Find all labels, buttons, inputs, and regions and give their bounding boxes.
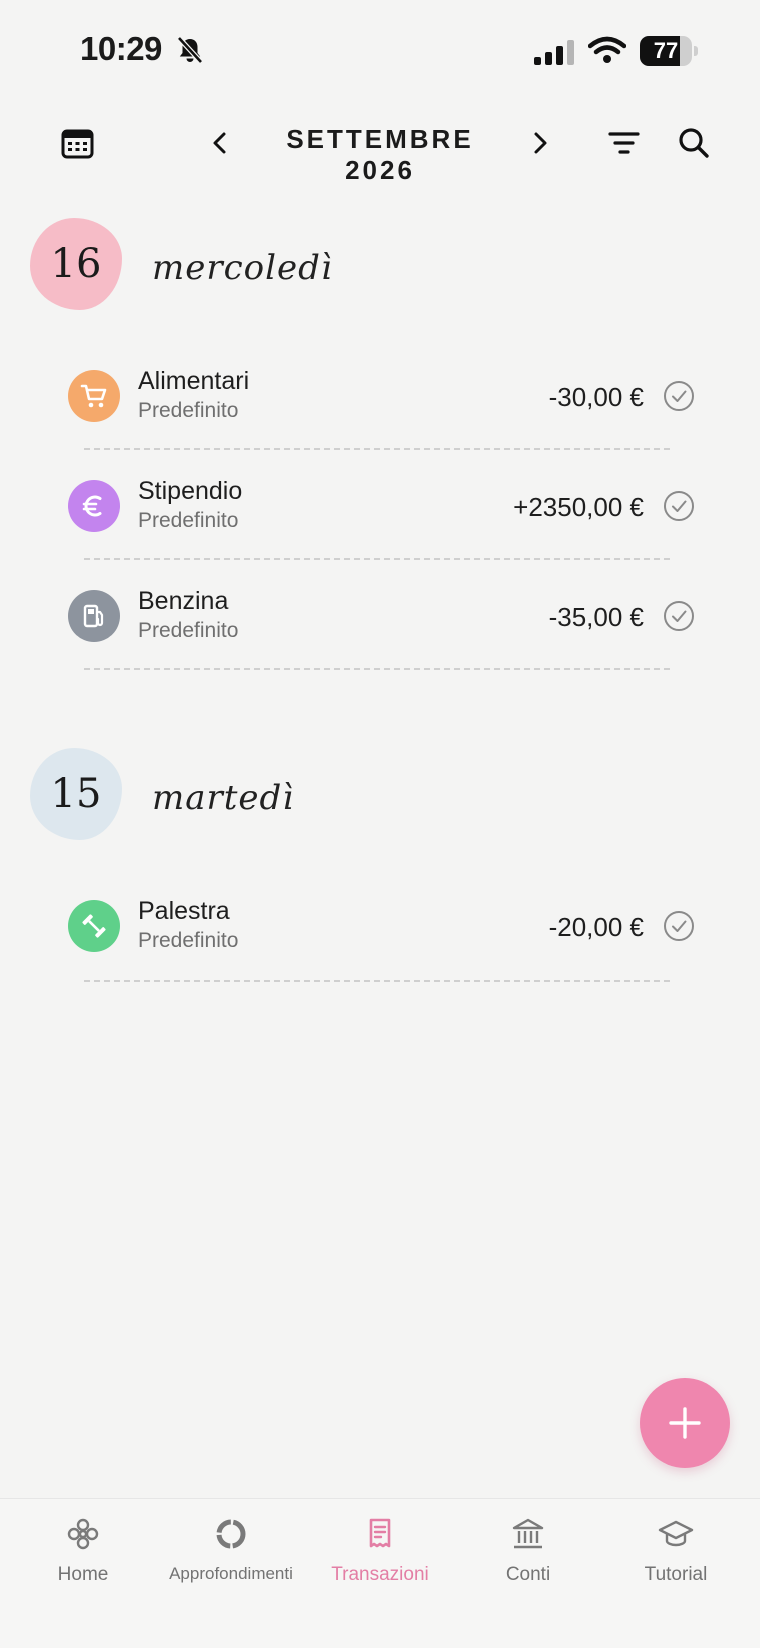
bank-icon bbox=[512, 1518, 544, 1549]
receipt-icon bbox=[369, 1518, 391, 1548]
day-number: 16 bbox=[50, 241, 102, 287]
row-divider bbox=[84, 668, 670, 670]
transaction-account: Predefinito bbox=[138, 509, 239, 532]
transaction-amount: -20,00 € bbox=[548, 912, 644, 942]
check-circle-icon[interactable] bbox=[663, 600, 695, 632]
transaction-account: Predefinito bbox=[138, 929, 239, 952]
status-time: 10:29 bbox=[80, 30, 162, 67]
month-title[interactable]: SETTEMBRE 2026 bbox=[252, 124, 508, 186]
transaction-account: Predefinito bbox=[138, 399, 239, 422]
tab-conti[interactable]: Conti bbox=[452, 1516, 604, 1586]
calendar-icon[interactable] bbox=[58, 123, 98, 163]
chevron-right-icon[interactable] bbox=[520, 123, 560, 163]
day-number: 15 bbox=[50, 771, 102, 817]
tab-label: Approfondimenti bbox=[169, 1564, 293, 1583]
donut-chart-icon bbox=[216, 1519, 246, 1549]
battery-indicator: 77 bbox=[640, 36, 698, 66]
wifi-icon bbox=[588, 36, 626, 63]
row-divider bbox=[84, 980, 670, 982]
flower-icon bbox=[67, 1518, 99, 1550]
transaction-title: Stipendio bbox=[138, 477, 243, 505]
cell-signal-icon bbox=[534, 40, 574, 65]
search-icon[interactable] bbox=[674, 123, 714, 163]
tab-label: Conti bbox=[505, 1564, 551, 1585]
cart-icon bbox=[68, 370, 120, 422]
graduation-cap-icon bbox=[658, 1520, 694, 1547]
chevron-left-icon[interactable] bbox=[200, 123, 240, 163]
dumbbell-icon bbox=[68, 900, 120, 952]
tab-approfondimenti[interactable]: Approfondimenti bbox=[155, 1516, 307, 1584]
bell-muted-icon bbox=[177, 36, 203, 64]
transaction-amount: -30,00 € bbox=[548, 382, 644, 412]
transaction-title: Benzina bbox=[138, 587, 229, 615]
transaction-account: Predefinito bbox=[138, 619, 239, 642]
add-transaction-button[interactable] bbox=[640, 1378, 730, 1468]
weekday-label: mercoledì bbox=[152, 248, 333, 288]
fuel-pump-icon bbox=[68, 590, 120, 642]
battery-percent: 77 bbox=[653, 38, 679, 63]
check-circle-icon[interactable] bbox=[663, 910, 695, 942]
check-circle-icon[interactable] bbox=[663, 490, 695, 522]
transaction-amount: -35,00 € bbox=[548, 602, 644, 632]
tab-transazioni[interactable]: Transazioni bbox=[304, 1516, 456, 1586]
transaction-title: Alimentari bbox=[138, 367, 250, 395]
row-divider bbox=[84, 448, 670, 450]
plus-icon bbox=[669, 1407, 701, 1439]
weekday-label: martedì bbox=[152, 778, 295, 818]
tab-label: Home bbox=[57, 1564, 109, 1585]
filter-icon[interactable] bbox=[604, 123, 644, 163]
euro-icon bbox=[68, 480, 120, 532]
check-circle-icon[interactable] bbox=[663, 380, 695, 412]
transaction-amount: +2350,00 € bbox=[513, 492, 644, 522]
transaction-title: Palestra bbox=[138, 897, 230, 925]
tab-label: Tutorial bbox=[644, 1564, 708, 1585]
tab-label: Transazioni bbox=[331, 1564, 429, 1585]
tab-home[interactable]: Home bbox=[7, 1516, 159, 1586]
tab-tutorial[interactable]: Tutorial bbox=[600, 1516, 752, 1586]
row-divider bbox=[84, 558, 670, 560]
